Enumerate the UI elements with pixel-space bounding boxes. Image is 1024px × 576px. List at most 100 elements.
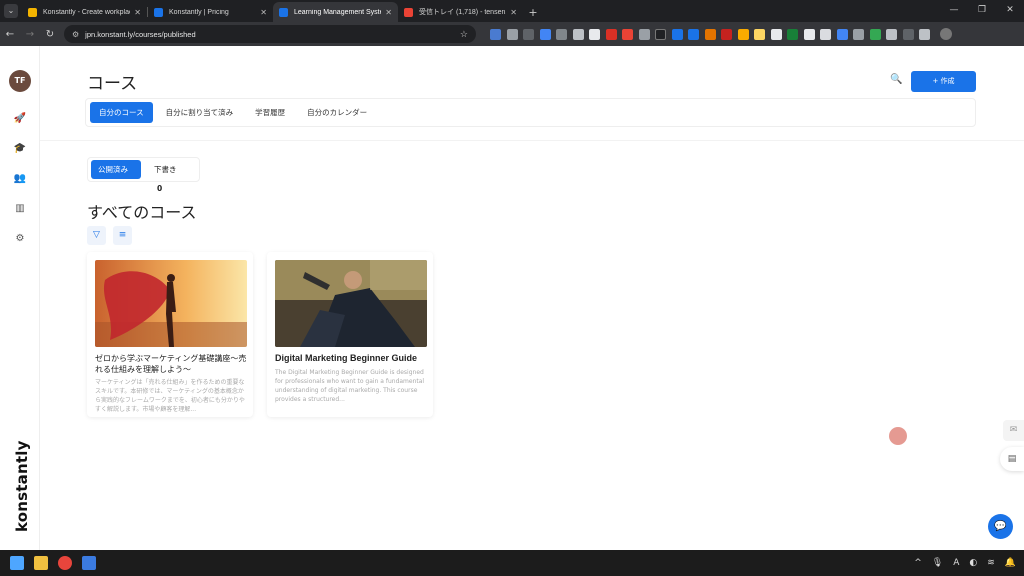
bookmark-star-icon[interactable]: ☆ [460, 29, 468, 40]
site-settings-icon[interactable]: ⚙ [72, 30, 79, 39]
new-tab-button[interactable]: + [523, 6, 543, 19]
window-controls: — ❐ ✕ [940, 0, 1024, 20]
tab-my-courses[interactable]: 自分のコース [90, 102, 153, 123]
tab-published-label: 公開済み [98, 165, 128, 174]
cursor-highlight [889, 427, 907, 445]
tab-published-count: 2 [101, 184, 107, 193]
users-icon[interactable]: 👥 [13, 172, 27, 186]
minimize-button[interactable]: — [940, 0, 968, 20]
browser-tab-4[interactable]: 受信トレイ (1,718) - tensen125 ✕ [398, 2, 523, 22]
konstantly-favicon-icon [154, 7, 163, 17]
extension-icon[interactable] [490, 28, 501, 40]
extension-icon[interactable] [638, 28, 650, 40]
tab-drafts[interactable]: 下書き 0 [147, 160, 190, 193]
extension-icon[interactable] [869, 28, 881, 40]
extension-icon[interactable] [737, 28, 749, 40]
notification-bell-icon[interactable]: 🔔 [1005, 558, 1016, 568]
reload-icon[interactable]: ↻ [40, 29, 60, 40]
back-icon[interactable]: ← [0, 29, 20, 40]
extension-icon[interactable] [506, 28, 518, 40]
avatar[interactable]: TF [9, 70, 31, 92]
download-icon[interactable] [919, 28, 930, 40]
app-icon[interactable] [82, 556, 96, 570]
extension-icon[interactable] [836, 28, 848, 40]
course-thumbnail [95, 260, 247, 347]
browser-tab-2[interactable]: Konstantly | Pricing ✕ [148, 2, 273, 22]
tab-title: Learning Management System [294, 8, 382, 16]
mail-widget-icon[interactable]: ✉ [1003, 420, 1024, 441]
maximize-button[interactable]: ❐ [968, 0, 996, 20]
browser-tab-3[interactable]: Learning Management System ✕ [273, 2, 398, 22]
system-tray: ^ 🎙 A ◐ ≋ 🔔 [904, 550, 1016, 576]
extension-icon[interactable] [605, 28, 617, 40]
extension-icon[interactable] [688, 28, 699, 40]
graduation-cap-icon[interactable]: 🎓 [13, 142, 27, 156]
extension-icon[interactable] [622, 28, 633, 40]
tab-published[interactable]: 公開済み 2 [91, 160, 142, 193]
konstantly-favicon-icon [279, 7, 288, 17]
course-title[interactable]: ゼロから学ぶマーケティング基礎講座〜売れる仕組みを理解しよう〜 [95, 353, 247, 375]
close-icon[interactable]: ✕ [260, 8, 267, 17]
browser-tab-1[interactable]: Konstantly - Create workplace ✕ [22, 2, 147, 22]
file-explorer-icon[interactable] [34, 556, 48, 570]
course-title[interactable]: Digital Marketing Beginner Guide [275, 353, 427, 364]
filter-icon[interactable]: ▽ [87, 226, 106, 245]
brand-logo: konstantly [3, 440, 43, 536]
course-card[interactable]: Digital Marketing Beginner Guide The Dig… [267, 252, 433, 417]
extension-icon[interactable] [704, 28, 716, 40]
extension-icon[interactable] [820, 28, 831, 40]
close-icon[interactable]: ✕ [385, 8, 392, 17]
extension-icon[interactable] [556, 28, 567, 40]
extension-icon[interactable] [787, 28, 798, 40]
close-window-button[interactable]: ✕ [996, 0, 1024, 20]
os-taskbar: ^ 🎙 A ◐ ≋ 🔔 [0, 550, 1024, 576]
extension-icon[interactable] [523, 28, 534, 40]
extension-icon[interactable] [770, 28, 782, 40]
extension-icon[interactable] [671, 28, 683, 40]
course-description: マーケティングは「売れる仕組み」を作るための重要なスキルです。本研修では、マーケ… [95, 379, 245, 413]
course-description: The Digital Marketing Beginner Guide is … [275, 369, 425, 403]
side-panel-widget-icon[interactable]: ▤ [1000, 447, 1024, 471]
tab-assigned[interactable]: 自分に割り当て済み [157, 102, 243, 123]
puzzle-icon[interactable] [886, 28, 897, 40]
extension-icon[interactable] [754, 28, 765, 40]
extension-icon[interactable] [721, 28, 732, 40]
reading-list-icon[interactable] [902, 28, 914, 40]
windows-start-icon[interactable] [10, 556, 24, 570]
rocket-icon[interactable]: 🚀 [13, 112, 27, 126]
create-button[interactable]: + 作成 [911, 71, 976, 92]
address-bar[interactable]: ⚙ jpn.konstant.ly/courses/published ☆ [64, 25, 476, 43]
browser-toolbar: ← → ↻ ⚙ jpn.konstant.ly/courses/publishe… [0, 22, 1024, 46]
settings-icon[interactable]: ⚙ [13, 232, 27, 246]
tab-history[interactable]: 学習履歴 [246, 102, 294, 123]
wifi-icon[interactable]: ≋ [987, 558, 995, 568]
chrome-icon[interactable] [58, 556, 72, 570]
close-icon[interactable]: ✕ [510, 8, 517, 17]
extensions-row [490, 28, 952, 40]
tab-calendar[interactable]: 自分のカレンダー [298, 102, 376, 123]
extension-icon[interactable] [655, 28, 666, 40]
extension-icon[interactable] [572, 28, 584, 40]
tab-search-button[interactable]: ⌄ [0, 0, 22, 22]
extension-icon[interactable] [589, 28, 600, 40]
tab-title: 受信トレイ (1,718) - tensen125 [419, 9, 506, 16]
extension-icon[interactable] [539, 28, 551, 40]
microphone-icon[interactable]: 🎙 [932, 558, 943, 568]
ime-mode-icon[interactable]: ◐ [969, 558, 977, 568]
course-card[interactable]: ゼロから学ぶマーケティング基礎講座〜売れる仕組みを理解しよう〜 マーケティングは… [87, 252, 253, 417]
profile-avatar[interactable] [939, 28, 952, 40]
tab-title: Konstantly - Create workplace [43, 8, 131, 16]
ime-icon[interactable]: A [953, 558, 959, 568]
close-icon[interactable]: ✕ [134, 8, 141, 17]
course-thumbnail [275, 260, 427, 347]
analytics-icon[interactable]: ▥ [13, 202, 27, 216]
sort-icon[interactable]: ≡ [113, 226, 132, 245]
forward-icon[interactable]: → [20, 29, 40, 40]
extension-icon[interactable] [853, 28, 864, 40]
folder-icon [28, 7, 37, 17]
chevron-up-icon[interactable]: ^ [914, 558, 922, 568]
chat-support-button[interactable]: 💬 [988, 514, 1013, 539]
search-icon[interactable]: 🔍 [890, 74, 902, 85]
extension-icon[interactable] [803, 28, 815, 40]
page-title: コース [87, 74, 138, 94]
